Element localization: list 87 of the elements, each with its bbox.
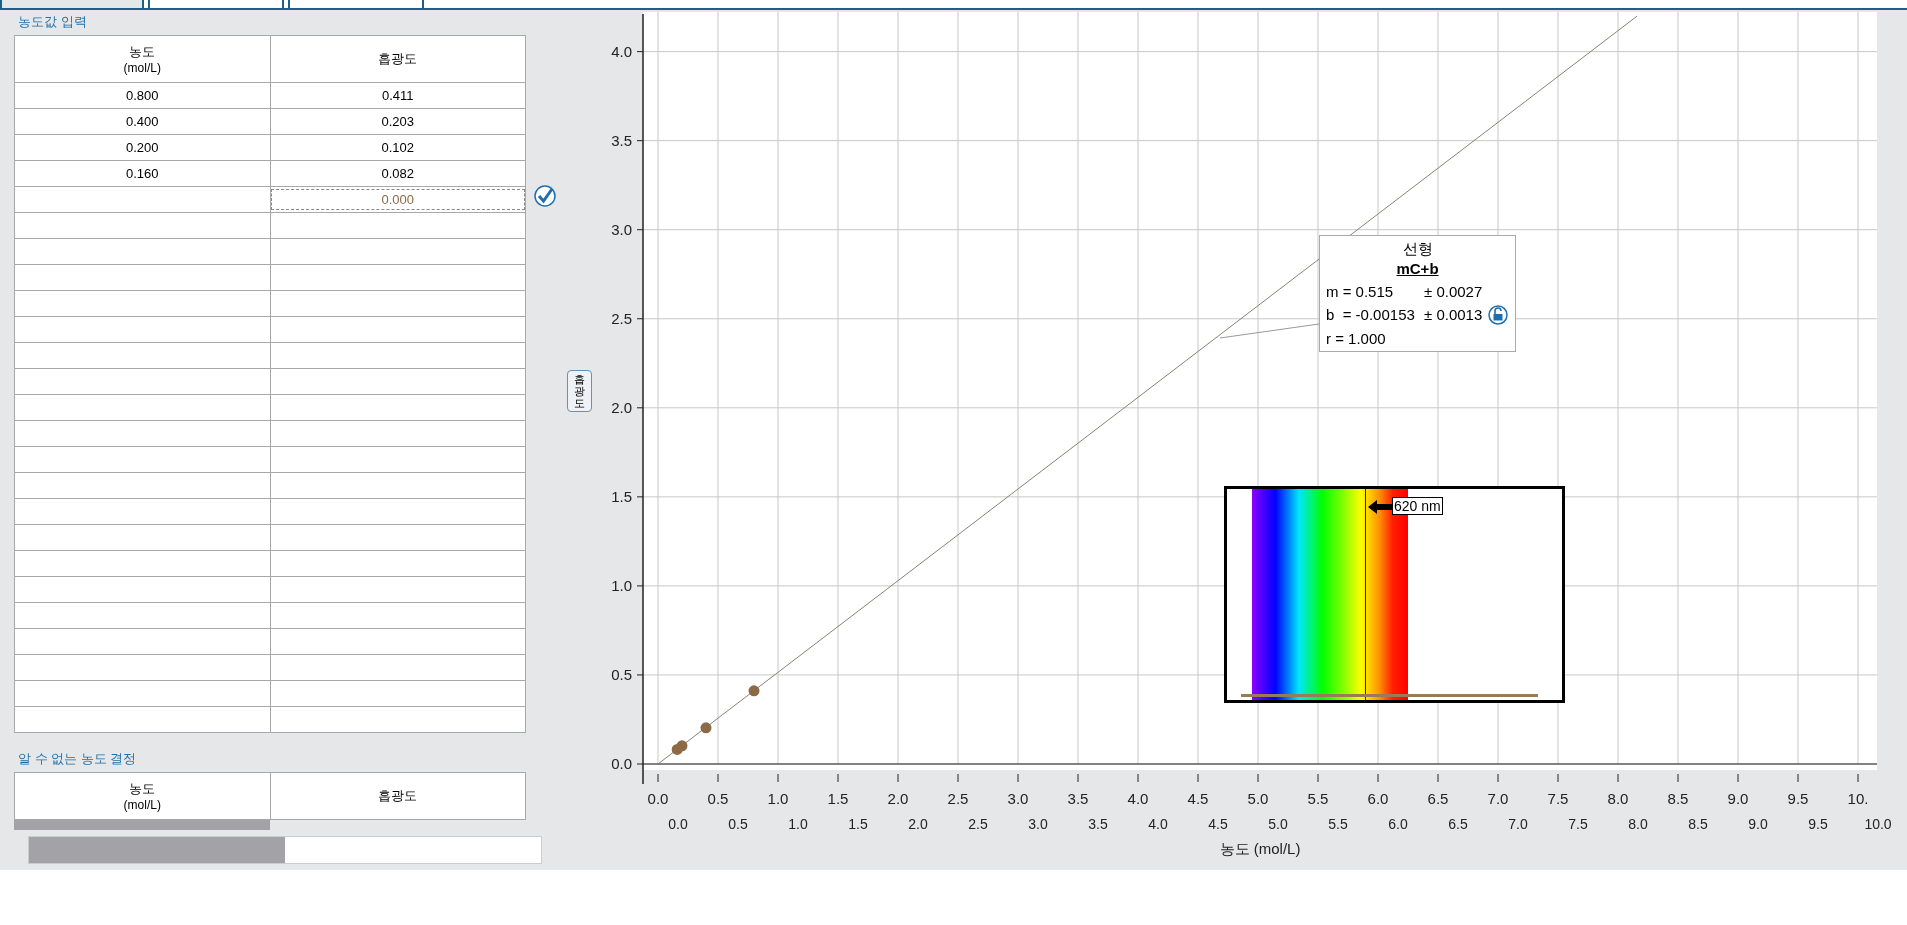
fit-box[interactable]: 선형 mC+b m = 0.515 ± 0.0027 b = -0.00153 ± 0.0013 r = 1.000 [1319,235,1516,352]
parameter-value: b = -0.00153 [1326,306,1416,323]
arrow-icon [1368,499,1394,515]
x-tick-label: 3.0 [1007,790,1029,807]
x-tick-label: 3.5 [1088,816,1108,832]
y-tick-label: 3.5 [611,131,632,149]
y-tick-label: 1.5 [611,487,632,505]
x-tick-label: 0.5 [728,816,748,832]
column-header: 흡광도 [270,35,526,83]
x-tick-label: 9.5 [1808,816,1828,832]
x-tick-label: 6.5 [1427,790,1449,807]
checkmark-icon[interactable] [534,185,556,207]
x-tick-label: 3.0 [1028,816,1048,832]
y-tick-label: 2.5 [611,309,632,327]
table-cell: 0.200 [14,134,270,161]
x-tick-label: 9.0 [1748,816,1768,832]
data-point [748,685,760,697]
x-tick-label: 0.0 [647,790,669,807]
x-tick-label: 9.5 [1787,790,1809,807]
x-tick-label: 0.5 [707,790,729,807]
x-tick-label: 6.0 [1388,816,1408,832]
x-tick-label: 7.0 [1508,816,1528,832]
table-cell: 0.203 [270,108,526,135]
data-point [700,722,712,734]
tab[interactable] [0,0,144,10]
y-tick-label: 3.0 [611,220,632,238]
y-tick-label: 0.0 [611,755,632,772]
x-tick-label: 4.5 [1208,816,1228,832]
table-cell: 0.102 [270,134,526,161]
y-tick-label: 0.5 [611,665,632,683]
x-tick-label: 7.5 [1547,790,1569,807]
x-tick-label: 8.0 [1628,816,1648,832]
x-tick-label: 2.5 [968,816,988,832]
x-tick-label: 6.5 [1448,816,1468,832]
x-tick-label: 1.0 [767,790,789,807]
x-tick-label: 0.0 [668,816,688,832]
x-tick-label: 7.0 [1487,790,1509,807]
correlation-value: r = 1.000 [1326,330,1387,347]
x-tick-label: 10.0 [1864,816,1892,832]
x-tick-label: 6.0 [1367,790,1389,807]
column-header: 농도 (mol/L) [14,772,270,820]
y-tick-label: 1.0 [611,576,632,594]
x-tick-label: 2.0 [887,790,909,807]
parameter-value: m = 0.515 [1326,283,1395,300]
x-tick-label: 1.5 [827,790,849,807]
x-axis-title: 농도 (mol/L) [1219,840,1301,857]
x-tick-label: 10. [1847,790,1869,807]
y-axis-button[interactable]: 흡광도 [567,370,592,413]
x-tick-label: 8.5 [1688,816,1708,832]
section-title: 알 수 없는 농도 결정 [17,750,138,768]
table-cell: 0.411 [270,82,526,109]
table-cell: 0.800 [14,82,270,109]
data-point [671,743,683,755]
tab[interactable] [288,0,424,10]
fit-formula: mC+b [1395,260,1440,277]
x-tick-label: 5.0 [1247,790,1269,807]
table-cell: 0.082 [270,160,526,187]
x-tick-label: 1.0 [788,816,808,832]
x-tick-label: 4.0 [1148,816,1168,832]
x-tick-label: 4.0 [1127,790,1149,807]
y-tick-label: 4.0 [611,42,632,60]
table-cell: 0.160 [14,160,270,187]
x-tick-label: 2.0 [908,816,928,832]
x-tick-label: 8.0 [1607,790,1629,807]
wavelength-marker[interactable] [1365,489,1366,700]
x-tick-label: 5.5 [1328,816,1348,832]
x-tick-label: 5.0 [1268,816,1288,832]
absorbance-input[interactable]: 0.000 [270,189,525,210]
x-tick-label: 8.5 [1667,790,1689,807]
column-header: 흡광도 [270,772,526,820]
wavelength-label: 620 nm [1392,497,1443,515]
x-tick-label: 4.5 [1187,790,1209,807]
x-tick-label: 3.5 [1067,790,1089,807]
y-tick-label: 2.0 [611,398,632,416]
table-cell: 0.400 [14,108,270,135]
x-tick-label: 2.5 [947,790,969,807]
fit-title: 선형 [1401,240,1434,259]
x-tick-label: 9.0 [1727,790,1749,807]
x-tick-label: 1.5 [848,816,868,832]
x-tick-label: 7.5 [1568,816,1588,832]
column-header: 농도 (mol/L) [14,35,270,83]
parameter-error: ± 0.0027 [1424,283,1483,300]
parameter-error: ± 0.0013 [1424,306,1483,323]
unlocked-padlock-icon[interactable] [1488,304,1509,325]
x-tick-label: 5.5 [1307,790,1329,807]
section-title: 농도값 입력 [17,13,88,31]
tab[interactable] [148,0,284,10]
